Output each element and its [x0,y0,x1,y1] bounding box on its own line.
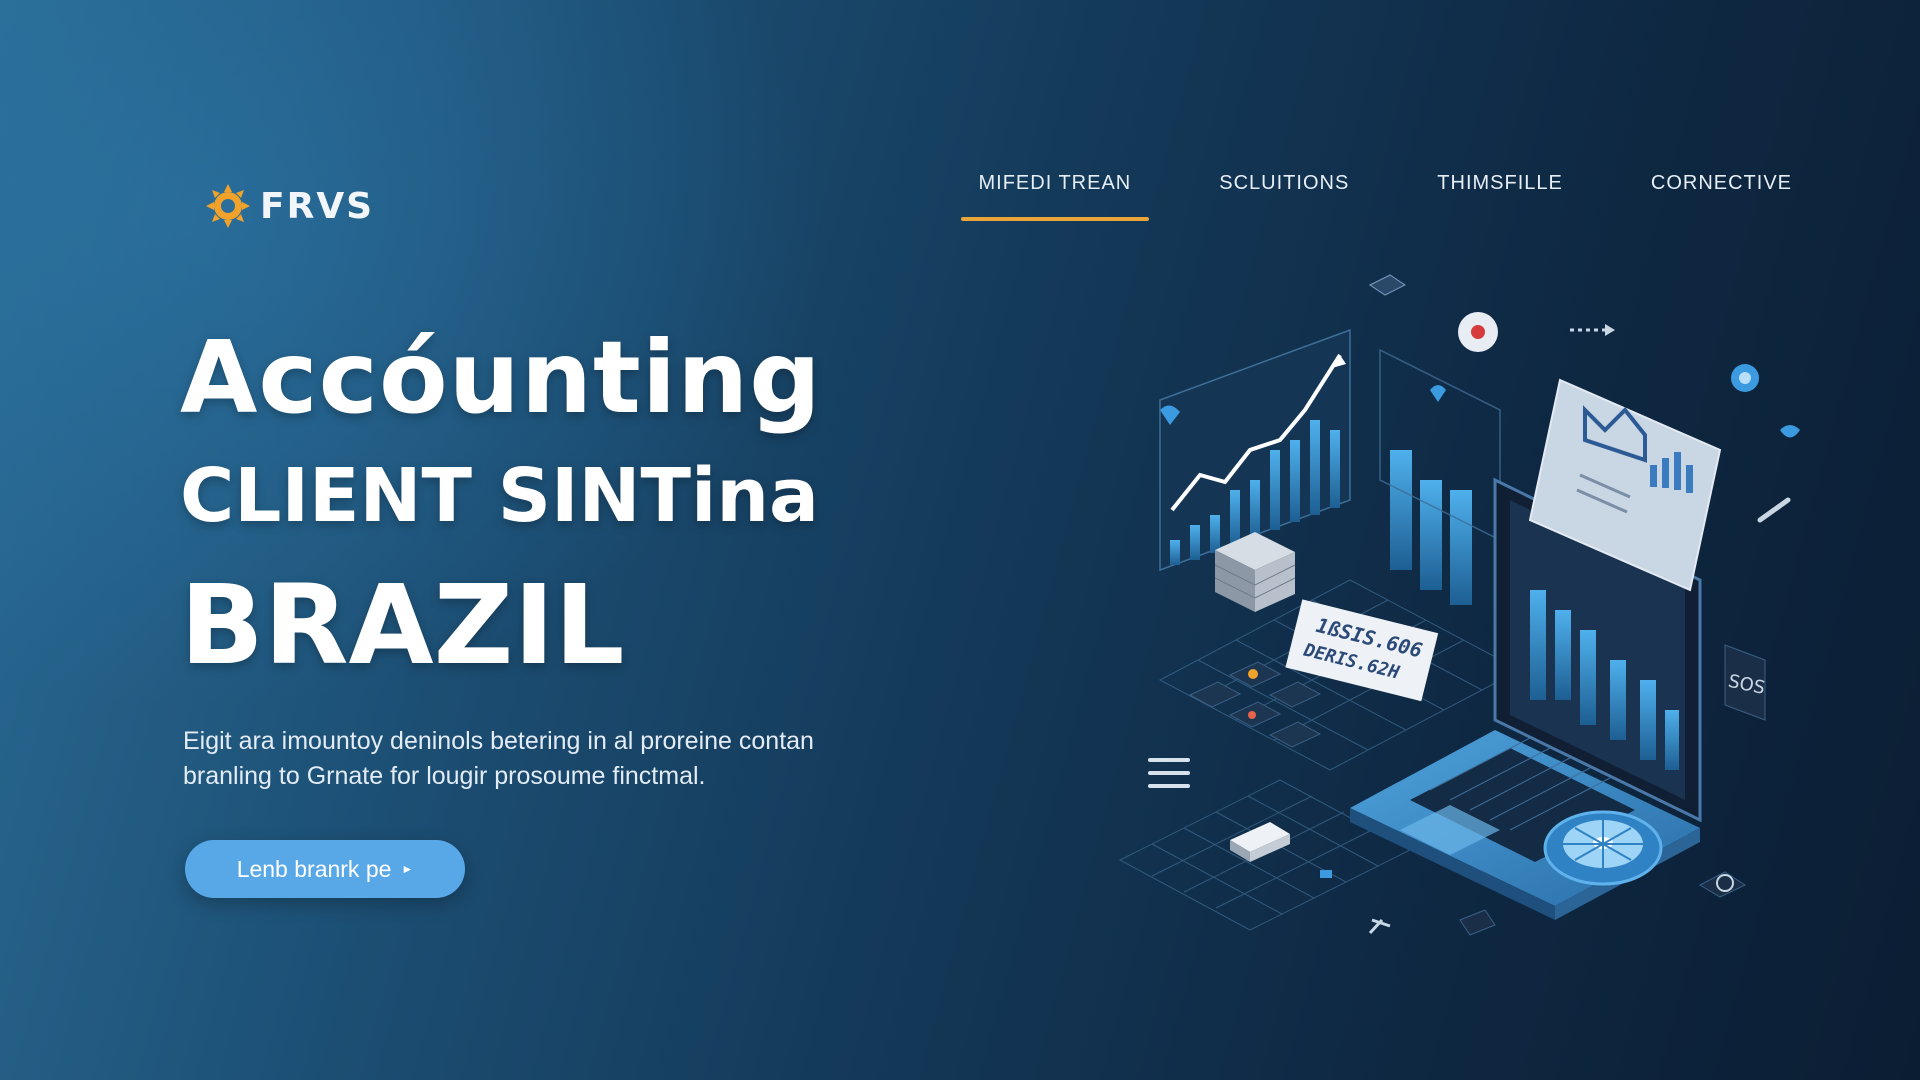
nav-item-mifedi-trean[interactable]: MIFEDI TREAN [960,172,1150,221]
nav-item-thimsfille[interactable]: THIMSFILLE [1437,172,1563,221]
brand-name: FRVS [260,185,375,227]
hero-title-line-3: BRAZIL [180,561,625,689]
dial-wheel [1543,810,1663,886]
main-nav: MIFEDI TREAN SCLUITIONS THIMSFILLE CORNE… [960,172,1793,221]
nav-item-scluitions[interactable]: SCLUITIONS [1219,172,1349,221]
finance-illustration: 1ßSIS.606 DERIS.62H SOS [1118,274,1800,936]
menu-lines-icon [1148,758,1190,788]
side-card: SOS [1724,644,1767,721]
brand-logo[interactable]: FRVS [204,182,374,230]
center-bar-chart [1390,450,1472,605]
sun-gear-icon [206,184,250,228]
play-arrow-icon: ► [401,862,414,876]
nav-item-cornective[interactable]: CORNECTIVE [1651,172,1792,221]
hero-title-line-1: Accóunting [180,319,822,436]
hero-description: Eigit ara imountoy deninols betering in … [183,727,814,790]
hero-title-line-2: CLIENT SINTina [180,453,819,539]
cta-button[interactable]: Lenb branrk pe ► [185,840,465,898]
cta-label: Lenb branrk pe [236,855,392,882]
hero-title: Accóunting CLIENT SINTina BRAZIL [180,318,822,694]
